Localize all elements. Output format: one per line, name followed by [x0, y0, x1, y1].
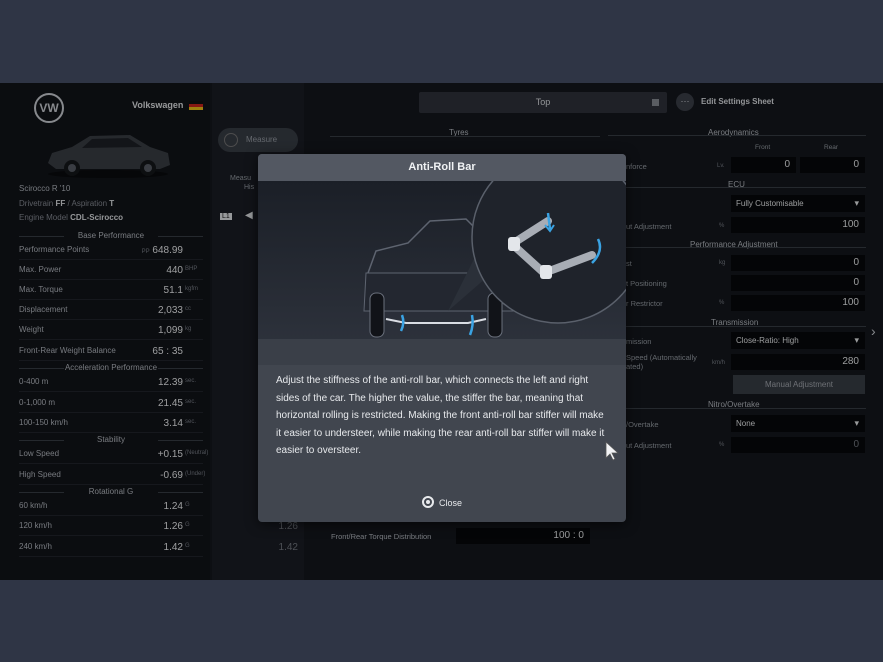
- close-button[interactable]: Close: [258, 496, 626, 514]
- info-dialog: Anti-Roll Bar Adjust the stiffness of th…: [258, 154, 626, 522]
- tuning-screen: VW Volkswagen Scirocco R '10 Drivetrain …: [0, 83, 883, 580]
- close-label: Close: [438, 498, 462, 508]
- bottom-letterbox: [0, 580, 883, 662]
- dialog-body: Adjust the stiffness of the anti-roll ba…: [276, 375, 605, 456]
- close-icon: [421, 496, 434, 508]
- dialog-title: Anti-Roll Bar: [258, 154, 626, 181]
- top-letterbox: [0, 0, 883, 83]
- mouse-cursor-icon: [605, 441, 619, 461]
- anti-roll-bar-illustration: [258, 181, 626, 365]
